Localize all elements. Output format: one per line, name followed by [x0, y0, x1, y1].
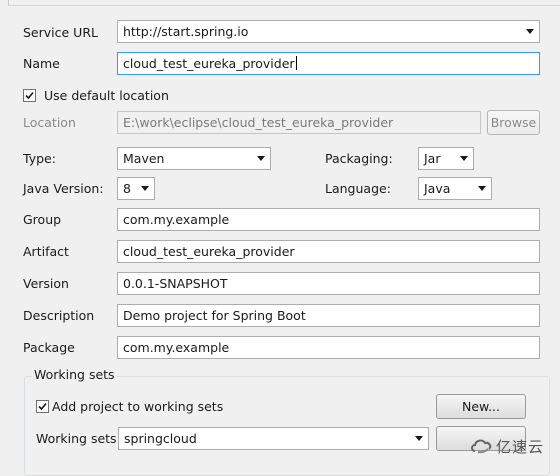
- group-value: com.my.example: [123, 212, 230, 227]
- dialog-top-edge: [8, 0, 560, 6]
- name-value: cloud_test_eureka_provider: [123, 56, 295, 71]
- package-input[interactable]: com.my.example: [117, 336, 540, 359]
- working-sets-label: Working sets:: [36, 431, 121, 446]
- packaging-label: Packaging:: [325, 151, 393, 166]
- working-sets-group-title: Working sets: [32, 367, 117, 382]
- language-value: Java: [424, 181, 451, 196]
- artifact-value: cloud_test_eureka_provider: [123, 244, 295, 259]
- yisu-cloud-watermark: 亿速云: [470, 436, 558, 456]
- chevron-down-icon: [478, 186, 486, 191]
- type-value: Maven: [123, 151, 165, 166]
- version-value: 0.0.1-SNAPSHOT: [123, 276, 228, 291]
- packaging-select[interactable]: Jar: [418, 147, 474, 170]
- group-label: Group: [23, 212, 62, 227]
- service-url-label: Service URL: [23, 25, 98, 40]
- watermark-text: 亿速云: [496, 438, 545, 456]
- package-value: com.my.example: [123, 340, 230, 355]
- description-input[interactable]: Demo project for Spring Boot: [117, 304, 540, 327]
- checkmark-icon: [25, 91, 34, 100]
- browse-button: Browse: [487, 110, 540, 135]
- chevron-down-icon: [415, 436, 423, 441]
- new-working-set-button[interactable]: New...: [436, 394, 526, 419]
- group-input[interactable]: com.my.example: [117, 208, 540, 231]
- artifact-input[interactable]: cloud_test_eureka_provider: [117, 240, 540, 263]
- add-to-working-sets-checkbox[interactable]: [36, 400, 49, 413]
- package-label: Package: [23, 340, 75, 355]
- type-label: Type:: [23, 151, 56, 166]
- description-label: Description: [23, 308, 95, 323]
- service-url-combo[interactable]: http://start.spring.io: [117, 20, 540, 43]
- version-input[interactable]: 0.0.1-SNAPSHOT: [117, 272, 540, 295]
- language-label: Language:: [325, 181, 391, 196]
- service-url-value: http://start.spring.io: [123, 24, 249, 39]
- use-default-location-label: Use default location: [44, 88, 169, 103]
- yisu-cloud-logo-icon: [471, 439, 492, 454]
- text-caret: [295, 56, 297, 70]
- packaging-value: Jar: [424, 151, 441, 166]
- version-label: Version: [23, 276, 69, 291]
- chevron-down-icon: [460, 156, 468, 161]
- checkmark-icon: [38, 402, 47, 411]
- chevron-down-icon: [257, 156, 265, 161]
- artifact-label: Artifact: [23, 244, 69, 259]
- name-input[interactable]: cloud_test_eureka_provider: [117, 52, 540, 75]
- working-sets-value: springcloud: [124, 431, 197, 446]
- location-input: E:\work\eclipse\cloud_test_eureka_provid…: [117, 111, 481, 134]
- name-label: Name: [23, 56, 60, 71]
- add-to-working-sets-label: Add project to working sets: [52, 399, 224, 414]
- java-version-label: Java Version:: [23, 181, 104, 196]
- use-default-location-checkbox[interactable]: [23, 89, 36, 102]
- java-version-value: 8: [123, 181, 131, 196]
- working-sets-select[interactable]: springcloud: [118, 427, 429, 450]
- type-select[interactable]: Maven: [117, 147, 271, 170]
- description-value: Demo project for Spring Boot: [123, 308, 306, 323]
- java-version-select[interactable]: 8: [117, 177, 155, 200]
- language-select[interactable]: Java: [418, 177, 492, 200]
- location-value: E:\work\eclipse\cloud_test_eureka_provid…: [123, 115, 394, 130]
- location-label: Location: [23, 115, 76, 130]
- chevron-down-icon: [526, 29, 534, 34]
- chevron-down-icon: [141, 186, 149, 191]
